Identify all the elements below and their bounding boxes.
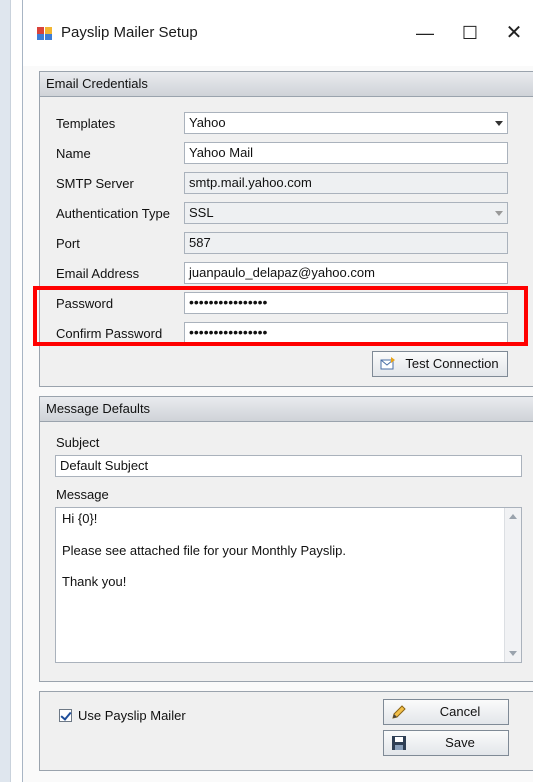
- subject-label: Subject: [56, 435, 100, 450]
- smtp-server-label: SMTP Server: [56, 176, 134, 191]
- message-defaults-group: Message Defaults Subject Default Subject…: [39, 396, 533, 682]
- message-line-3: Thank you!: [62, 574, 127, 589]
- name-label: Name: [56, 146, 91, 161]
- background-window-edge-line: [10, 0, 11, 782]
- smtp-server-input[interactable]: smtp.mail.yahoo.com: [184, 172, 508, 194]
- window-title: Payslip Mailer Setup: [61, 24, 198, 41]
- chevron-down-icon: [495, 211, 503, 216]
- minimize-button[interactable]: —: [403, 14, 447, 52]
- save-floppy-icon: [392, 736, 406, 750]
- port-label: Port: [56, 236, 80, 251]
- confirm-password-input[interactable]: ••••••••••••••••: [184, 322, 508, 344]
- password-label: Password: [56, 296, 114, 311]
- email-address-label: Email Address: [56, 266, 140, 281]
- authentication-type-value: SSL: [189, 205, 214, 220]
- scroll-up-icon: [509, 514, 517, 519]
- background-window-edge: [0, 0, 10, 782]
- password-input[interactable]: ••••••••••••••••: [184, 292, 508, 314]
- test-connection-button[interactable]: Test Connection: [372, 351, 508, 377]
- cancel-pencil-icon: [392, 705, 406, 719]
- email-credentials-header: Email Credentials: [40, 72, 533, 97]
- templates-dropdown[interactable]: Yahoo: [184, 112, 508, 134]
- cancel-label: Cancel: [439, 704, 481, 719]
- authentication-type-dropdown[interactable]: SSL: [184, 202, 508, 224]
- test-connection-icon: [380, 357, 395, 370]
- templates-value: Yahoo: [189, 115, 226, 130]
- title-bar: Payslip Mailer Setup — ☐ ✕: [23, 0, 533, 66]
- chevron-down-icon: [495, 121, 503, 126]
- confirm-password-label: Confirm Password: [56, 326, 163, 341]
- save-label: Save: [445, 735, 475, 750]
- use-payslip-mailer-checkbox[interactable]: [59, 709, 72, 722]
- name-input[interactable]: Yahoo Mail: [184, 142, 508, 164]
- save-button[interactable]: Save: [383, 730, 509, 756]
- footer-group: Use Payslip Mailer Cancel Save: [39, 691, 533, 771]
- message-label: Message: [56, 487, 109, 502]
- test-connection-label: Test Connection: [405, 356, 499, 371]
- message-line-2: Please see attached file for your Monthl…: [62, 543, 346, 558]
- subject-input[interactable]: Default Subject: [55, 455, 522, 477]
- cancel-button[interactable]: Cancel: [383, 699, 509, 725]
- port-input[interactable]: 587: [184, 232, 508, 254]
- maximize-button[interactable]: ☐: [448, 14, 492, 52]
- message-defaults-header: Message Defaults: [40, 397, 533, 422]
- close-button[interactable]: ✕: [492, 14, 533, 52]
- payslip-mailer-setup-window: Payslip Mailer Setup — ☐ ✕ Email Credent…: [22, 0, 533, 782]
- message-textarea[interactable]: Hi {0}! Please see attached file for you…: [55, 507, 522, 663]
- message-line-1: Hi {0}!: [62, 511, 98, 526]
- message-scrollbar[interactable]: [504, 508, 521, 662]
- email-address-input[interactable]: juanpaulo_delapaz@yahoo.com: [184, 262, 508, 284]
- authentication-type-label: Authentication Type: [56, 206, 170, 221]
- templates-label: Templates: [56, 116, 116, 131]
- scroll-down-icon: [509, 651, 517, 656]
- app-icon: [37, 25, 53, 41]
- use-payslip-mailer-label: Use Payslip Mailer: [78, 708, 186, 723]
- email-credentials-group: Email Credentials Templates Yahoo Name Y…: [39, 71, 533, 387]
